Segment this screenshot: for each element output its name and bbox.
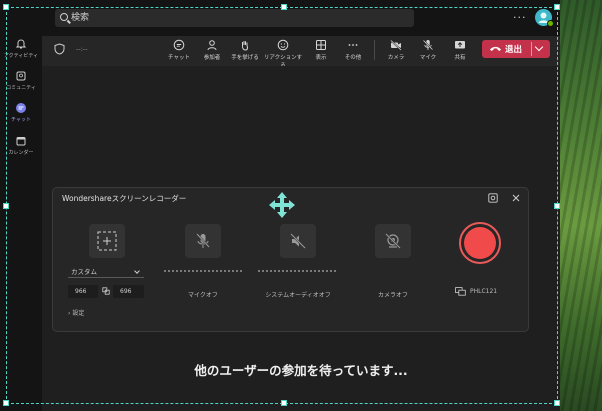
rail-item-label: カレンダー [8, 150, 34, 156]
raise-hand-button[interactable]: 手を挙げる [230, 39, 260, 61]
more-options-icon[interactable]: ··· [513, 11, 527, 24]
resize-handle[interactable] [3, 203, 9, 209]
mic-off-icon [422, 39, 434, 51]
community-icon [16, 71, 26, 81]
hand-icon [241, 41, 248, 51]
resize-handle[interactable] [554, 4, 560, 10]
mic-label: マイク [419, 55, 437, 61]
raise-hand-label: 手を挙げる [231, 55, 259, 61]
mic-level-meter [164, 270, 242, 272]
share-label: 共有 [454, 55, 466, 61]
people-button[interactable]: 参加者 [199, 39, 225, 61]
chat-button[interactable]: チャット [166, 39, 192, 61]
more-label: その他 [344, 55, 362, 61]
chat-label: チャット [168, 55, 190, 61]
resize-handle[interactable] [3, 400, 9, 406]
more-button[interactable]: その他 [340, 39, 366, 61]
leave-divider [531, 42, 532, 56]
camera-off-icon [390, 39, 402, 51]
link-icon[interactable] [102, 287, 110, 295]
record-button-fill [464, 227, 496, 259]
close-icon[interactable] [512, 194, 520, 202]
reactions-button[interactable]: リアクションする [263, 39, 303, 69]
camera-label: カメラ [387, 55, 405, 61]
region-select-icon [97, 231, 117, 251]
waiting-message: 他のユーザーの参加を待っています... [194, 363, 408, 378]
monitor-icon [455, 287, 466, 296]
preset-value: カスタム [71, 268, 97, 276]
webcam-status-label: カメラオフ [377, 292, 408, 299]
screenshot-icon[interactable] [488, 193, 498, 203]
camera-button[interactable]: カメラ [383, 39, 409, 61]
ellipsis-icon [348, 44, 358, 46]
settings-toggle[interactable]: › 設定 [68, 308, 84, 317]
chat-icon [16, 103, 26, 113]
share-screen-icon [455, 41, 465, 49]
leave-label: 退出 [505, 45, 523, 55]
height-input[interactable]: 696 [113, 285, 144, 298]
speaker-off-icon [290, 233, 306, 249]
resize-handle[interactable] [281, 4, 287, 10]
mic-button[interactable]: マイク [415, 39, 441, 61]
bell-icon [15, 39, 27, 49]
rail-item-label: アクティビティ [3, 53, 39, 59]
view-label: 表示 [315, 55, 327, 61]
system-audio-status-label: システムオーディオオフ [265, 292, 331, 299]
search-input[interactable]: 検索 [55, 9, 414, 27]
display-device-label: PHLC121 [470, 288, 498, 295]
chat-bubble-icon [173, 39, 185, 51]
people-label: 参加者 [203, 55, 221, 61]
rail-item-label: チャット [11, 117, 31, 123]
shield-icon [54, 43, 65, 55]
mic-status-label: マイクオフ [188, 292, 218, 299]
resize-handle[interactable] [3, 4, 9, 10]
meeting-timer: --:-- [76, 45, 88, 53]
preset-select[interactable]: カスタム [68, 266, 144, 278]
desktop-wallpaper [560, 0, 602, 411]
smiley-icon [277, 39, 289, 51]
resize-handle[interactable] [554, 203, 560, 209]
search-icon [60, 13, 68, 21]
people-icon [207, 40, 217, 51]
recorder-title: Wondershareスクリーンレコーダー [62, 194, 187, 203]
resize-handle[interactable] [281, 400, 287, 406]
move-icon[interactable] [268, 191, 296, 219]
mic-off-icon [196, 233, 210, 248]
hang-up-icon [490, 46, 501, 51]
resize-handle[interactable] [554, 400, 560, 406]
view-button[interactable]: 表示 [308, 39, 334, 61]
system-audio-level-meter [258, 270, 338, 272]
webcam-off-icon [385, 233, 401, 249]
width-input[interactable]: 966 [68, 285, 98, 298]
chevron-right-icon: › [68, 310, 71, 317]
settings-label: 設定 [72, 310, 85, 317]
grid-view-icon [316, 40, 326, 50]
toolbar-divider [374, 40, 375, 60]
rail-item-label: コミュニティ [6, 85, 36, 91]
calendar-icon [16, 137, 26, 146]
share-button[interactable]: 共有 [447, 39, 473, 61]
presence-badge [547, 20, 554, 27]
